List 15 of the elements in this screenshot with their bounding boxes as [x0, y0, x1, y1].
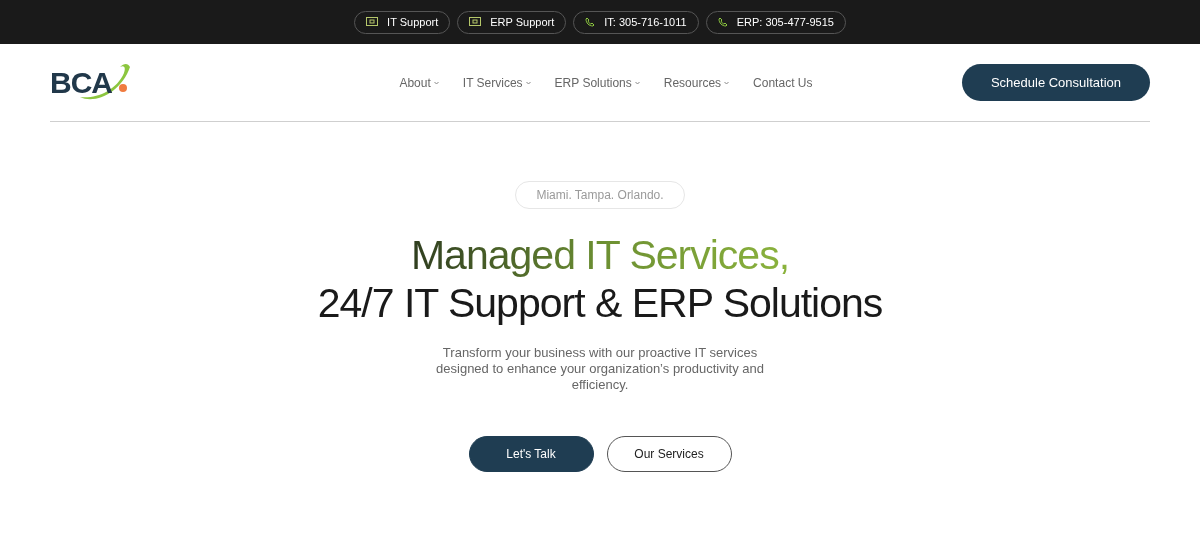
nav-link[interactable]: ERP Solutions	[554, 73, 640, 92]
nav-link[interactable]: Contact Us	[753, 73, 813, 92]
schedule-consultation-button[interactable]: Schedule Consultation	[961, 64, 1150, 101]
phone-icon	[585, 17, 596, 27]
lets-talk-button[interactable]: Let's Talk	[468, 436, 594, 472]
nav-link[interactable]: About	[399, 73, 439, 92]
monitor-icon	[366, 17, 379, 27]
description: Transform your business with our proactive IT services designed to enhance your organization’s productivity and efficiency.	[435, 345, 765, 393]
monitor-icon	[469, 17, 482, 27]
headline-line: 24/7 IT Support & ERP Solutions	[317, 279, 883, 327]
our-services-button[interactable]: Our Services	[606, 436, 732, 472]
logo[interactable]: BCA	[50, 60, 112, 105]
phone-icon	[717, 17, 728, 27]
nav-link[interactable]: Resources	[663, 73, 730, 92]
nav-link[interactable]: IT Services	[462, 73, 531, 92]
